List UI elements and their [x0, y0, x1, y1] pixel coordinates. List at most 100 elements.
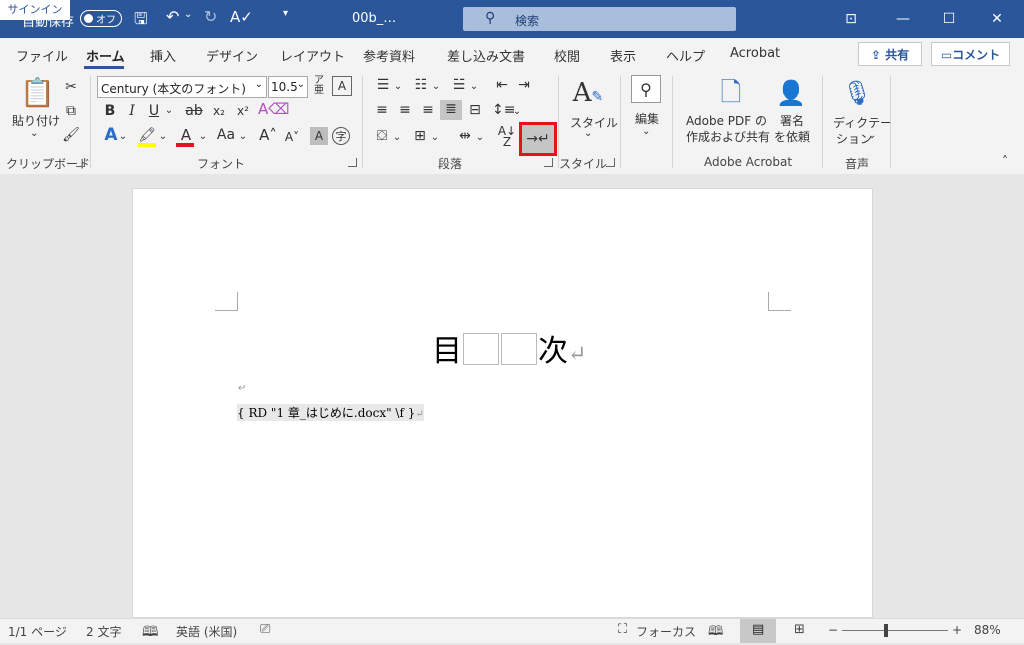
customize-qat-icon[interactable]: ▾ [283, 8, 288, 19]
decrease-indent-icon[interactable]: ⇤ [492, 76, 512, 94]
font-size-select[interactable]: 10.5 ⌄ [268, 76, 308, 98]
ribbon-display-icon[interactable]: ⊡ [828, 0, 874, 38]
dictate-label-line2[interactable]: ション [836, 130, 872, 147]
paste-dropdown-icon[interactable]: ⌄ [30, 128, 38, 139]
italic-icon[interactable]: I [124, 102, 140, 120]
styles-icon[interactable]: A✎ [570, 76, 606, 110]
zoom-slider-thumb[interactable] [884, 624, 888, 637]
multilevel-list-icon[interactable]: ☱ [448, 76, 470, 94]
styles-launcher-icon[interactable] [606, 158, 615, 167]
bold-icon[interactable]: B [102, 102, 118, 120]
print-layout-view-button[interactable]: ▤ [740, 619, 776, 643]
tab-review[interactable]: 校閲 [554, 46, 580, 65]
focus-icon[interactable]: ⛶ [618, 622, 627, 637]
tab-references[interactable]: 参考資料 [363, 46, 415, 65]
subscript-icon[interactable]: x₂ [210, 102, 228, 120]
tab-design[interactable]: デザイン [206, 46, 258, 65]
word-count[interactable]: 2 文字 [86, 623, 121, 640]
format-painter-icon[interactable]: 🖌 [62, 126, 80, 144]
tab-insert[interactable]: 挿入 [150, 46, 176, 65]
paste-label[interactable]: 貼り付け [12, 112, 60, 129]
phonetic-guide-icon[interactable]: ア亜 [312, 76, 326, 96]
editing-dropdown-icon[interactable]: ⌄ [642, 126, 650, 137]
close-icon[interactable]: ✕ [974, 0, 1020, 38]
justify-icon[interactable]: ≣ [440, 100, 462, 120]
cut-icon[interactable]: ✂ [62, 78, 80, 96]
field-code[interactable]: { RD "1 章_はじめに.docx" \f }↵ [237, 404, 424, 421]
highlight-dropdown-icon[interactable]: ⌄ [158, 128, 168, 146]
change-case-dropdown-icon[interactable]: ⌄ [238, 128, 248, 146]
multilevel-dropdown-icon[interactable]: ⌄ [469, 78, 479, 96]
asian-layout-dropdown-icon[interactable]: ⌄ [475, 129, 485, 147]
enclose-characters-icon[interactable]: 字 [332, 127, 350, 145]
numbering-dropdown-icon[interactable]: ⌄ [431, 78, 441, 96]
create-pdf-label-line1[interactable]: Adobe PDF の [686, 112, 767, 129]
highlight-color-icon[interactable]: 🖍 [136, 126, 158, 144]
character-border-icon[interactable]: A [332, 76, 352, 96]
page-count[interactable]: 1/1 ページ [8, 623, 67, 640]
read-mode-icon[interactable]: 🕮 [708, 622, 723, 644]
grow-font-icon[interactable]: A˄ [258, 126, 278, 144]
collapse-ribbon-icon[interactable]: ˄ [1002, 154, 1008, 168]
styles-dropdown-icon[interactable]: ⌄ [584, 128, 592, 139]
font-color-icon[interactable]: A [176, 126, 196, 144]
proofing-icon[interactable]: 🕮 [142, 621, 159, 645]
sign-label-line1[interactable]: 署名 [780, 112, 804, 129]
maximize-icon[interactable]: ☐ [926, 0, 972, 38]
redo-icon[interactable]: ↻ [204, 7, 217, 26]
sort-icon[interactable]: A↓ Z [497, 125, 517, 148]
tab-view[interactable]: 表示 [610, 46, 636, 65]
autosave-toggle[interactable]: オフ [80, 10, 122, 27]
bullets-dropdown-icon[interactable]: ⌄ [393, 78, 403, 96]
character-shading-icon[interactable]: A [310, 127, 328, 145]
text-effects-dropdown-icon[interactable]: ⌄ [118, 128, 128, 146]
tab-mailings[interactable]: 差し込み文書 [447, 46, 525, 65]
accessibility-icon[interactable]: ⎚ [260, 622, 270, 637]
zoom-out-icon[interactable]: − [828, 623, 838, 637]
zoom-slider-track[interactable] [842, 630, 948, 631]
sign-label-line2[interactable]: を依頼 [774, 128, 810, 145]
paragraph-launcher-icon[interactable] [544, 158, 553, 167]
create-pdf-icon[interactable]: 🗋 [716, 76, 746, 110]
numbering-icon[interactable]: ☷ [410, 76, 432, 94]
editing-search-icon[interactable]: ⚲ [631, 75, 661, 103]
share-button[interactable]: ⇪ 共有 [858, 42, 922, 66]
superscript-icon[interactable]: x² [234, 102, 252, 120]
font-launcher-icon[interactable] [348, 158, 357, 167]
bullets-icon[interactable]: ☰ [372, 76, 394, 94]
strikethrough-icon[interactable]: ab [184, 102, 204, 120]
editing-label[interactable]: 編集 [635, 110, 659, 127]
font-name-select[interactable]: Century (本文のフォント) ⌄ [97, 76, 267, 98]
tab-acrobat[interactable]: Acrobat [730, 46, 780, 61]
zoom-in-icon[interactable]: + [952, 623, 962, 637]
tab-layout[interactable]: レイアウト [280, 46, 345, 65]
document-heading[interactable]: 目 次↵ [432, 326, 586, 370]
minimize-icon[interactable]: — [880, 0, 926, 38]
clear-formatting-icon[interactable]: A⌫ [258, 100, 289, 118]
undo-icon[interactable]: ↶ [166, 7, 179, 26]
request-signature-icon[interactable]: 👤 [776, 76, 806, 110]
increase-indent-icon[interactable]: ⇥ [514, 76, 534, 94]
document-page[interactable] [132, 188, 873, 618]
create-pdf-label-line2[interactable]: 作成および共有 [686, 128, 770, 145]
shading-icon[interactable]: ⛋ [372, 127, 392, 145]
asian-layout-icon[interactable]: ⇹ [455, 127, 475, 145]
line-spacing-dropdown-icon[interactable]: ⌄ [512, 103, 522, 121]
paste-icon[interactable]: 📋 [20, 76, 55, 110]
borders-dropdown-icon[interactable]: ⌄ [430, 129, 440, 147]
save-icon[interactable]: 🖫 [134, 8, 148, 35]
zoom-level[interactable]: 88% [974, 623, 1001, 637]
dictate-microphone-icon[interactable]: 🎙 [842, 76, 872, 110]
underline-icon[interactable]: U [146, 102, 162, 120]
borders-icon[interactable]: ⊞ [410, 127, 430, 145]
tab-help[interactable]: ヘルプ [666, 46, 705, 65]
underline-dropdown-icon[interactable]: ⌄ [164, 102, 174, 120]
font-color-dropdown-icon[interactable]: ⌄ [198, 128, 208, 146]
clipboard-launcher-icon[interactable] [76, 158, 85, 167]
dictate-dropdown-icon[interactable]: ⌄ [868, 130, 876, 141]
focus-label[interactable]: フォーカス [636, 623, 696, 640]
language-indicator[interactable]: 英語 (米国) [176, 623, 237, 640]
align-right-icon[interactable]: ≡ [418, 101, 438, 119]
web-layout-icon[interactable]: ⊞ [794, 622, 805, 637]
shrink-font-icon[interactable]: A˅ [282, 128, 302, 146]
